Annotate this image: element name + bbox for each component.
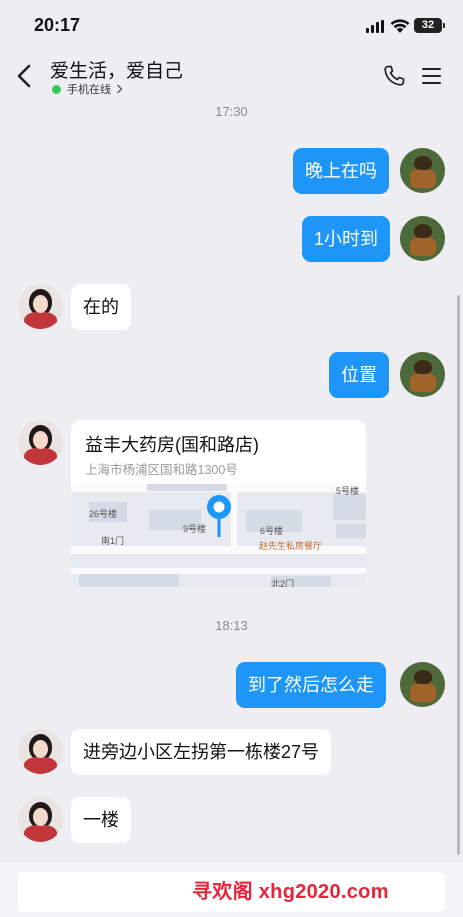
avatar-self[interactable] [400,662,445,707]
message-timestamp: 17:30 [215,104,248,119]
battery-cap [443,23,445,28]
location-name: 益丰大药房(国和路店) [85,435,259,455]
message-bubble-outgoing[interactable]: 到了然后怎么走 [236,662,386,708]
phone-call-button[interactable] [382,64,406,88]
online-status-text: 手机在线 [67,84,111,96]
status-time: 20:17 [34,15,81,35]
chevron-right-icon [117,84,123,94]
avatar-contact[interactable] [18,420,63,465]
chat-header: 爱生活，爱自己 手机在线 [0,52,463,100]
watermark: 寻欢阁 xhg2020.com [192,881,389,903]
more-menu-button[interactable] [422,67,442,85]
chat-title[interactable]: 爱生活，爱自己 [50,56,183,83]
avatar-contact[interactable] [18,284,63,329]
message-bubble-outgoing[interactable]: 晚上在吗 [293,148,389,194]
avatar-self[interactable] [400,216,445,261]
map-label: 6号楼 [260,526,284,536]
map-label: 5号楼 [336,486,360,496]
message-bubble-outgoing[interactable]: 1小时到 [302,216,391,262]
map-label: 9号楼 [183,524,207,534]
map-label: 26号楼 [89,509,118,519]
avatar-self[interactable] [400,148,445,193]
message-bubble-incoming[interactable]: 一楼 [71,797,131,843]
status-bar: 20:17 32 [0,0,463,52]
map-label: 北2门 [271,579,295,587]
back-button[interactable] [12,62,38,90]
battery-icon: 32 [414,18,442,33]
message-bubble-incoming[interactable]: 进旁边小区左拐第一栋楼27号 [71,729,332,775]
message-timestamp: 18:13 [215,618,248,633]
avatar-contact[interactable] [18,729,63,774]
signal-icon [366,20,384,33]
message-bubble-incoming[interactable]: 在的 [71,284,131,330]
location-address: 上海市杨浦区国和路1300号 [85,463,238,477]
online-status[interactable]: 手机在线 [52,82,123,96]
online-dot-icon [52,84,61,94]
map-label: 赵先生私房餐厅 [259,541,323,551]
location-map[interactable]: 26号楼 9号楼 6号楼 南1门 赵先生私房餐厅 北2门 5号楼 [71,484,366,587]
map-pin-icon [207,495,231,537]
avatar-contact[interactable] [18,797,63,842]
location-card[interactable]: 益丰大药房(国和路店) 上海市杨浦区国和路1300号 26号楼 9号楼 6号楼 … [71,420,366,587]
scrollbar[interactable] [457,295,460,855]
wifi-icon [390,19,410,33]
message-bubble-outgoing[interactable]: 位置 [329,352,389,398]
avatar-self[interactable] [400,352,445,397]
map-label: 南1门 [101,536,125,546]
